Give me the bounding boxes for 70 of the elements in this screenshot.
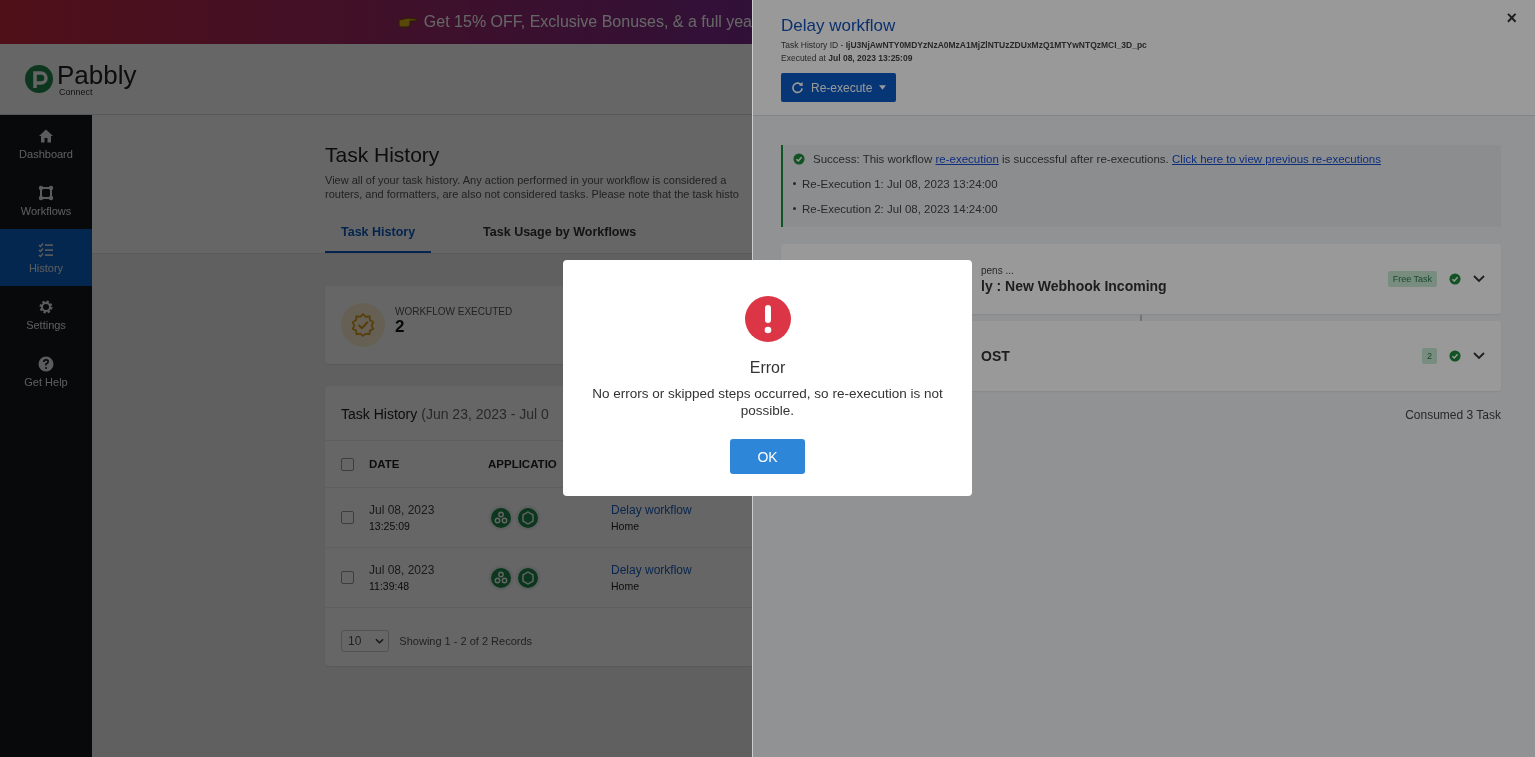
promo-text: Get 15% OFF, Exclusive Bonuses, & a full yea [423,13,752,31]
ok-button[interactable]: OK [730,439,805,474]
select-all-checkbox[interactable] [341,457,354,471]
date-cell-text: Jul 08, 2023 [369,563,436,577]
badge-check-icon [341,303,385,347]
home-icon [38,127,54,144]
bullet-icon [793,207,796,210]
time-cell-text: 11:39:48 [369,580,411,592]
column-header: APPLICATIO [488,458,557,470]
settings-icon [38,298,54,315]
sidebar-item[interactable]: Workflows [0,172,92,229]
step-title: ly : New Webhook Incoming [981,277,1168,294]
sidebar-item[interactable]: Dashboard [0,115,92,172]
check-circle-icon [1449,350,1461,362]
column-header: DATE [369,458,400,470]
sidebar-item[interactable]: Settings [0,286,92,343]
step-title: OST [981,348,1011,364]
row-checkbox[interactable] [341,571,354,584]
pointing-hand-icon [397,15,418,29]
logo-icon [24,64,54,94]
task-count-badge: 2 [1422,348,1437,364]
task-history-id: Task History ID - IjU3NjAwNTY0MDYzNzA0MzA1MjZlNTUzZDUxMzQ1MTYwNTQzMCI_3D_pc [781,39,1148,52]
webhook-icon [488,564,514,591]
card-title: Task History [341,406,418,422]
puzzle-icon [38,184,54,201]
panel-title: Delay workflow [781,16,897,36]
previous-executions-link[interactable]: Click here to view previous re-executions [1172,153,1382,165]
re-execution-entry: Re-Execution 2: Jul 08, 2023 14:24:00 [802,202,998,215]
page-description: View all of your task history. Any action performed in your workflow is considered a [325,173,728,187]
refresh-icon [791,81,804,94]
workflow-link[interactable]: Delay workflow [611,563,752,577]
folder-name: Home [611,520,640,532]
check-circle-icon [793,153,805,165]
records-summary: Showing 1 - 2 of 2 Records [399,635,533,647]
hexagon-icon [515,564,541,591]
page-description: routers, and formatters, are also not considered tasks. Please note that the task histo [325,187,740,201]
re-execute-button[interactable]: Re-execute [781,73,897,102]
workflow-link[interactable]: Delay workflow [611,503,752,517]
checklist-icon [38,241,54,258]
date-cell-text: Jul 08, 2023 [369,503,436,517]
page-size-select[interactable]: 10 [341,630,390,652]
executed-at: Executed at Jul 08, 2023 13:25:09 [781,52,914,65]
sidebar-item[interactable]: History [0,229,92,286]
error-icon [743,295,792,343]
tab[interactable]: Task Usage by Workflows [467,219,653,253]
row-checkbox[interactable] [341,511,354,524]
webhook-icon [488,504,514,531]
task-count-badge: Free Task [1387,271,1437,287]
hexagon-icon [515,504,541,531]
sidebar-item[interactable]: Get Help [0,343,92,400]
page-title: Task History [325,143,441,167]
logo: Pabbly Connect [24,61,137,97]
re-execution-link[interactable]: re-execution [935,153,999,165]
tab[interactable]: Task History [325,219,432,253]
stat-label: WORKFLOW EXECUTED [395,305,513,317]
chevron-down-icon[interactable] [1473,275,1485,283]
date-range: (Jun 23, 2023 - Jul 0 [421,406,549,422]
chevron-down-icon [375,638,385,644]
close-button[interactable]: × [1506,8,1517,29]
stat-value: 2 [395,316,406,337]
bullet-icon [793,182,796,185]
chevron-down-icon[interactable] [1473,352,1485,360]
re-execution-entry: Re-Execution 1: Jul 08, 2023 13:24:00 [802,177,998,190]
folder-name: Home [611,580,640,592]
alert-message: Success: This workflow re-execution is successful after re-executions. Click here to view previous re-executions [813,153,1382,165]
caret-icon [879,85,887,90]
help-icon [38,355,54,372]
check-circle-icon [1449,273,1461,285]
step-caption: pens ... [981,264,1015,276]
time-cell-text: 13:25:09 [369,520,411,532]
